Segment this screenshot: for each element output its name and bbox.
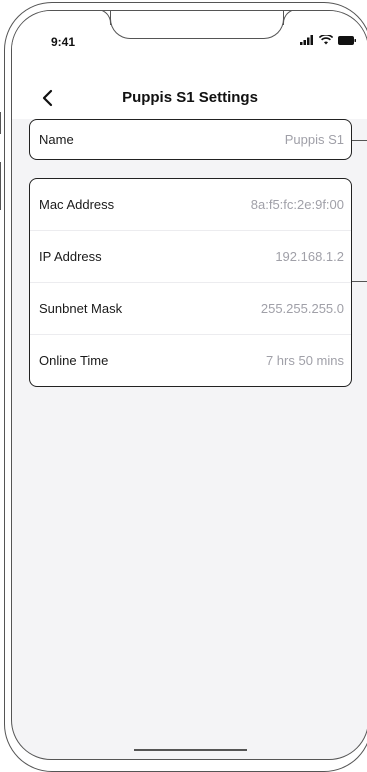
ip-address-value: 192.168.1.2 xyxy=(275,249,344,264)
mac-address-value: 8a:f5:fc:2e:9f:00 xyxy=(250,197,344,212)
phone-screen: 9:41 Puppis S1 Settings Name Puppis S1 M… xyxy=(11,10,367,760)
notch xyxy=(110,11,284,39)
online-time-row: Online Time 7 hrs 50 mins xyxy=(30,334,351,386)
home-indicator xyxy=(134,749,247,751)
mac-address-row: Mac Address 8a:f5:fc:2e:9f:00 xyxy=(30,179,351,230)
name-row[interactable]: Name Puppis S1 xyxy=(30,120,351,159)
page-title: Puppis S1 Settings xyxy=(122,89,258,106)
name-label: Name xyxy=(39,132,74,147)
status-icons xyxy=(300,35,356,45)
signal-icon xyxy=(300,35,313,45)
subnet-mask-row: Sunbnet Mask 255.255.255.0 xyxy=(30,282,351,334)
name-value: Puppis S1 xyxy=(284,132,344,147)
online-time-value: 7 hrs 50 mins xyxy=(265,353,344,368)
ip-address-label: IP Address xyxy=(39,249,102,264)
name-card: Name Puppis S1 xyxy=(29,119,352,160)
subnet-mask-label: Sunbnet Mask xyxy=(39,301,123,316)
battery-icon xyxy=(338,35,356,45)
status-time: 9:41 xyxy=(51,35,76,49)
online-time-label: Online Time xyxy=(39,353,109,368)
ip-address-row: IP Address 192.168.1.2 xyxy=(30,230,351,282)
wifi-icon xyxy=(319,35,333,45)
annotation-leader-info xyxy=(352,281,367,282)
device-info-card: Mac Address 8a:f5:fc:2e:9f:00 IP Address… xyxy=(29,178,352,387)
mac-address-label: Mac Address xyxy=(39,197,115,212)
subnet-mask-value: 255.255.255.0 xyxy=(260,301,344,316)
annotation-leader-name xyxy=(352,140,367,141)
